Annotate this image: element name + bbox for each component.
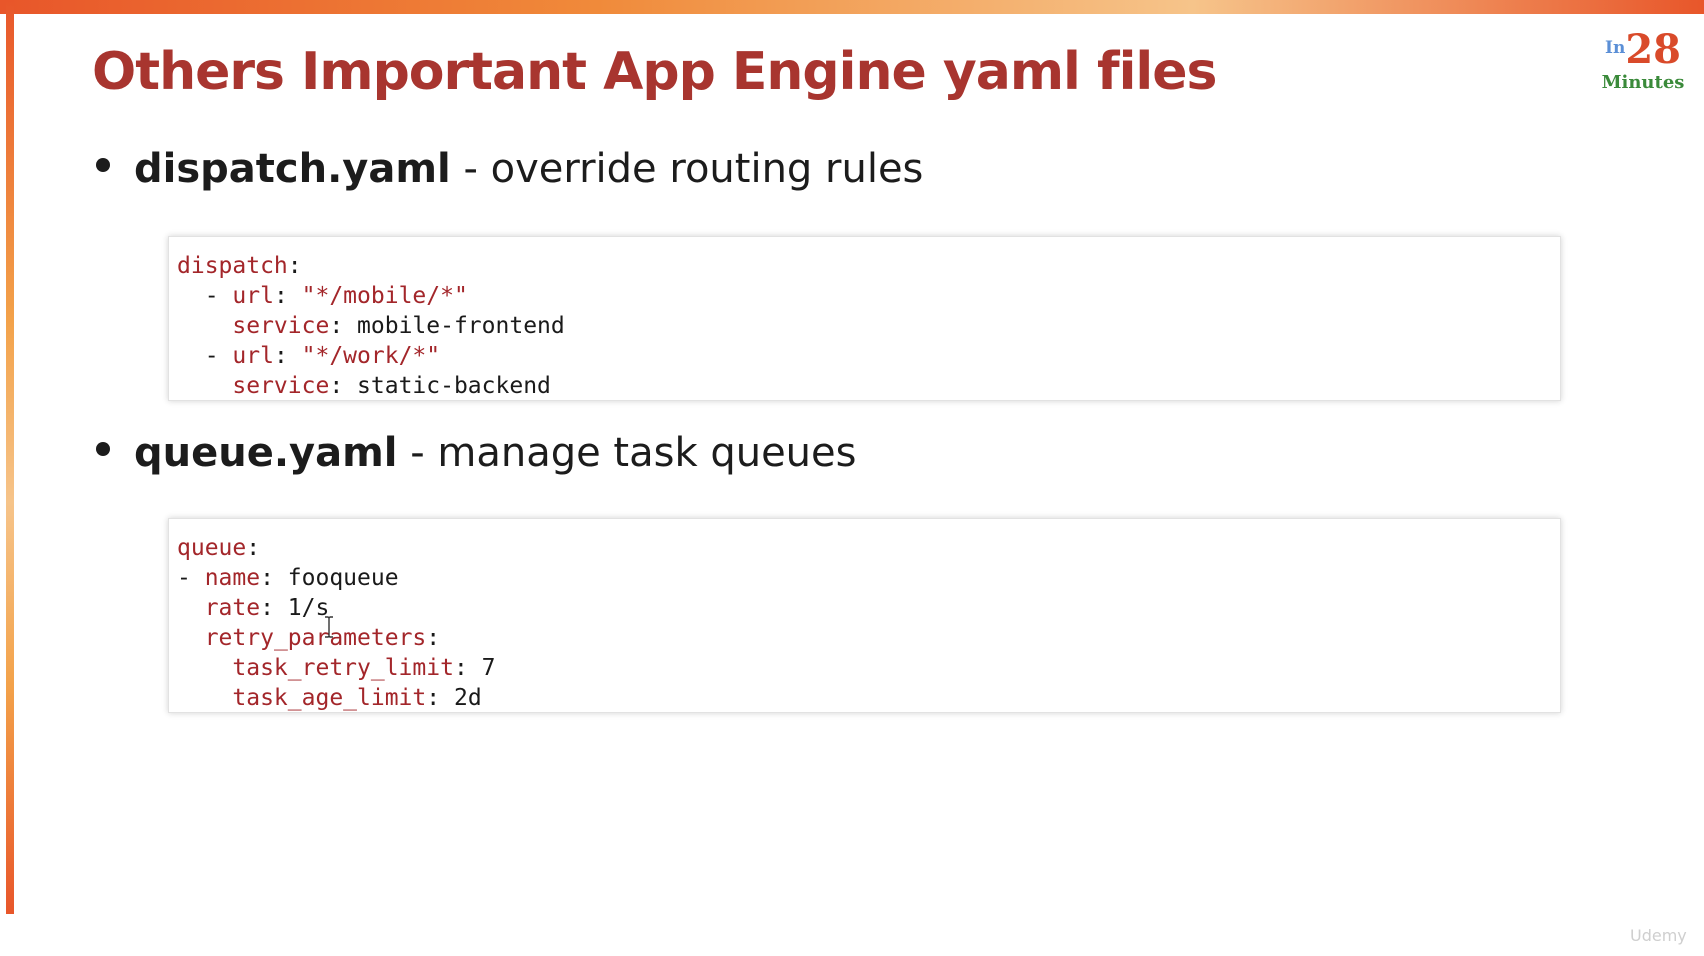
logo-number: 28 (1625, 26, 1681, 73)
code-key: service (232, 313, 330, 339)
code-indent: - (177, 343, 233, 369)
code-line: dispatch: (177, 251, 1552, 281)
code-value: "*/work/*" (301, 343, 441, 369)
bullet-description: - override routing rules (450, 146, 924, 192)
code-line: task_age_limit: 2d (177, 683, 1552, 713)
bullet-queue: queue.yaml - manage task queues (96, 430, 856, 476)
bullet-description: - manage task queues (397, 430, 857, 476)
code-value: static-backend (357, 373, 551, 399)
bullet-dispatch: dispatch.yaml - override routing rules (96, 146, 923, 192)
code-key: name (204, 565, 261, 591)
code-separator: : (273, 343, 302, 369)
code-separator: : (453, 655, 482, 681)
bullet-dot-icon (96, 158, 110, 172)
code-separator: : (287, 253, 302, 279)
code-value: 2d (453, 685, 482, 711)
code-key: url (232, 343, 274, 369)
code-indent: - (177, 283, 233, 309)
code-line: - name: fooqueue (177, 563, 1552, 593)
code-line: service: mobile-frontend (177, 311, 1552, 341)
top-accent-bar (0, 0, 1704, 14)
code-block-dispatch: dispatch: - url: "*/mobile/*" service: m… (168, 236, 1561, 401)
code-value: 7 (481, 655, 496, 681)
code-line: retry_parameters: (177, 623, 1552, 653)
bullet-dot-icon (96, 442, 110, 456)
code-separator: : (329, 313, 358, 339)
code-key: rate (204, 595, 261, 621)
code-line: queue: (177, 533, 1552, 563)
bullet-filename: queue.yaml (134, 430, 398, 476)
bullet-filename: dispatch.yaml (134, 146, 451, 192)
code-block-queue: queue: - name: fooqueue rate: 1/s retry_p… (168, 518, 1561, 713)
code-separator: : (246, 535, 261, 561)
code-line: task_retry_limit: 7 (177, 653, 1552, 683)
code-line: - url: "*/work/*" (177, 341, 1552, 371)
code-key: task_age_limit (232, 685, 427, 711)
code-value: fooqueue (287, 565, 399, 591)
code-separator: : (260, 595, 288, 621)
code-separator: : (426, 625, 441, 651)
left-accent-bar (6, 0, 14, 914)
logo-word: Minutes (1601, 72, 1685, 93)
text-cursor-icon (325, 616, 333, 638)
code-separator: : (273, 283, 302, 309)
code-key: dispatch (177, 253, 288, 279)
code-line: rate: 1/s (177, 593, 1552, 623)
code-line: service: static-backend (177, 371, 1552, 401)
watermark: Udemy (1630, 926, 1687, 945)
code-separator: : (426, 685, 454, 711)
code-separator: : (329, 373, 358, 399)
code-value: "*/mobile/*" (301, 283, 468, 309)
code-indent: - (177, 565, 205, 591)
code-line: - url: "*/mobile/*" (177, 281, 1552, 311)
code-key: retry_parameters (204, 625, 427, 651)
code-key: queue (177, 535, 247, 561)
logo-prefix: In (1605, 38, 1626, 58)
slide-title: Others Important App Engine yaml files (92, 42, 1217, 102)
code-key: url (232, 283, 274, 309)
slide: Others Important App Engine yaml files I… (0, 0, 1704, 956)
code-key: service (232, 373, 330, 399)
code-separator: : (260, 565, 288, 591)
code-key: task_retry_limit (232, 655, 454, 681)
in28minutes-logo-icon: In28 Minutes (1598, 30, 1688, 96)
code-value: mobile-frontend (357, 313, 565, 339)
